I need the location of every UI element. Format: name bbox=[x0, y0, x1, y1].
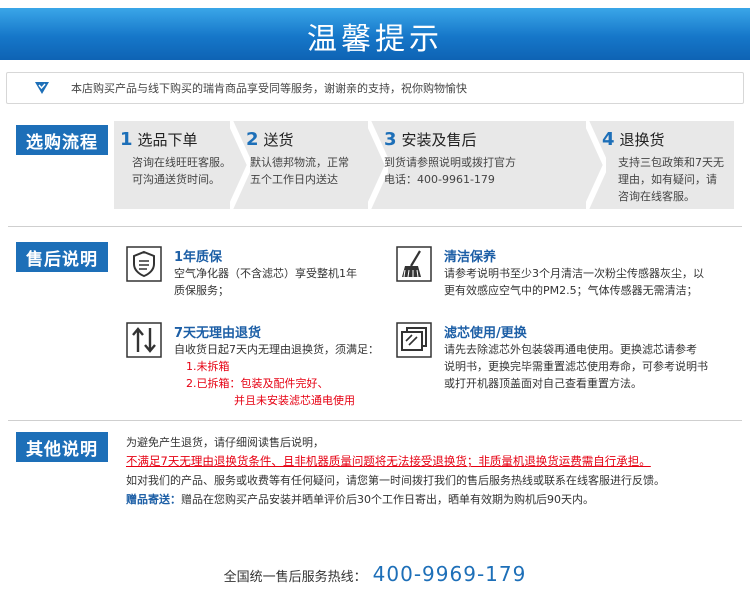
returns-text: 自收货日起7天内无理由退换货，须满足： 1.未拆箱 2.已拆箱：包装及配件完好、… bbox=[174, 343, 379, 407]
other-line-1: 为避免产生退货，请仔细阅读售后说明， bbox=[126, 436, 324, 449]
return-condition-2-cont: 并且未安装滤芯通电使用 bbox=[234, 394, 355, 407]
hotline-number[interactable]: 400-9969-179 bbox=[373, 562, 527, 586]
cleaning-text: 请参考说明书至少3个月清洁一次粉尘传感器灰尘，以 更有效感应空气中的PM2.5；气… bbox=[444, 267, 704, 297]
cleaning-block: 清洁保养 请参考说明书至少3个月清洁一次粉尘传感器灰尘，以 更有效感应空气中的PM… bbox=[396, 246, 740, 306]
banner-title: 温馨提示 bbox=[307, 22, 443, 57]
filter-text: 请先去除滤芯外包装袋再通电使用。更换滤芯请参考 说明书，更换完毕需重置滤芯使用寿命… bbox=[444, 343, 708, 390]
hotline-label: 全国统一售后服务热线： bbox=[223, 570, 367, 585]
return-warning: 不满足7天无理由退换货条件、且非机器质量问题将无法接受退换货；非质量机退换货运费… bbox=[126, 454, 651, 468]
section-divider bbox=[8, 226, 742, 227]
other-notes-tag: 其他说明 bbox=[16, 432, 108, 462]
gift-text: 赠品在您购买产品安装并晒单评价后30个工作日寄出，晒单有效期为购机后90天内。 bbox=[181, 493, 594, 506]
filter-block: 滤芯使用/更换 请先去除滤芯外包装袋再通电使用。更换滤芯请参考 说明书，更换完毕需… bbox=[396, 322, 740, 408]
purchase-steps: 1 选品下单 咨询在线旺旺客服。 可沟通送货时间。 2 送货 默认德邦物流，正常 五个工… bbox=[114, 121, 734, 209]
purchase-flow-tag: 选购流程 bbox=[16, 125, 108, 155]
other-line-3: 如对我们的产品、服务或收费等有任何疑问，请您第一时间拨打我们的售后服务热线或联系… bbox=[126, 474, 665, 487]
notice-bar: 本店购买产品与线下购买的瑞肯商品享受同等服务，谢谢亲的支持，祝你购物愉快 bbox=[6, 72, 744, 104]
return-arrows-icon bbox=[126, 322, 162, 358]
filter-title: 滤芯使用/更换 bbox=[444, 326, 527, 341]
step-2-title: 2 送货 bbox=[246, 129, 294, 150]
aftersale-tag: 售后说明 bbox=[16, 242, 108, 272]
check-triangle-icon bbox=[33, 80, 51, 96]
return-condition-2: 2.已拆箱：包装及配件完好、 bbox=[186, 377, 329, 390]
step-1: 1 选品下单 咨询在线旺旺客服。 可沟通送货时间。 bbox=[114, 121, 232, 209]
banner: 温馨提示 bbox=[0, 0, 750, 62]
step-4-desc: 支持三包政策和7天无 理由，如有疑问，请 咨询在线客服。 bbox=[618, 156, 724, 203]
other-notes: 为避免产生退货，请仔细阅读售后说明， 不满足7天无理由退换货条件、且非机器质量问… bbox=[126, 433, 736, 509]
cleaning-title: 清洁保养 bbox=[444, 250, 497, 265]
step-1-desc: 咨询在线旺旺客服。 可沟通送货时间。 bbox=[132, 156, 231, 186]
section-divider bbox=[8, 420, 742, 421]
gift-line: 赠品寄送：赠品在您购买产品安装并晒单评价后30个工作日寄出，晒单有效期为购机后9… bbox=[126, 490, 736, 509]
returns-block: 7天无理由退货 自收货日起7天内无理由退换货，须满足： 1.未拆箱 2.已拆箱：… bbox=[126, 322, 386, 408]
step-2-desc: 默认德邦物流，正常 五个工作日内送达 bbox=[250, 156, 349, 186]
warranty-text: 空气净化器（不含滤芯）享受整机1年 质保服务； bbox=[174, 267, 357, 297]
warranty-block: 1年质保 空气净化器（不含滤芯）享受整机1年 质保服务； bbox=[126, 246, 386, 306]
step-3-title: 3 安装及售后 bbox=[384, 129, 477, 150]
warranty-title: 1年质保 bbox=[174, 250, 223, 265]
step-3-desc: 到货请参照说明或拨打官方 电话：400-9961-179 bbox=[384, 156, 516, 186]
hotline: 全国统一售后服务热线： 400-9969-179 bbox=[0, 562, 750, 586]
step-4: 4 退换货 支持三包政策和7天无 理由，如有疑问，请 咨询在线客服。 bbox=[602, 121, 734, 209]
returns-title: 7天无理由退货 bbox=[174, 326, 262, 341]
step-2: 2 送货 默认德邦物流，正常 五个工作日内送达 bbox=[246, 121, 378, 209]
filter-icon bbox=[396, 322, 432, 358]
step-4-title: 4 退换货 bbox=[602, 129, 665, 150]
shield-icon bbox=[126, 246, 162, 282]
notice-text: 本店购买产品与线下购买的瑞肯商品享受同等服务，谢谢亲的支持，祝你购物愉快 bbox=[71, 82, 467, 95]
broom-icon bbox=[396, 246, 432, 282]
step-1-title: 1 选品下单 bbox=[120, 129, 198, 150]
return-condition-1: 1.未拆箱 bbox=[186, 360, 230, 373]
step-3: 3 安装及售后 到货请参照说明或拨打官方 电话：400-9961-179 bbox=[384, 121, 594, 209]
gift-label: 赠品寄送： bbox=[126, 493, 181, 506]
